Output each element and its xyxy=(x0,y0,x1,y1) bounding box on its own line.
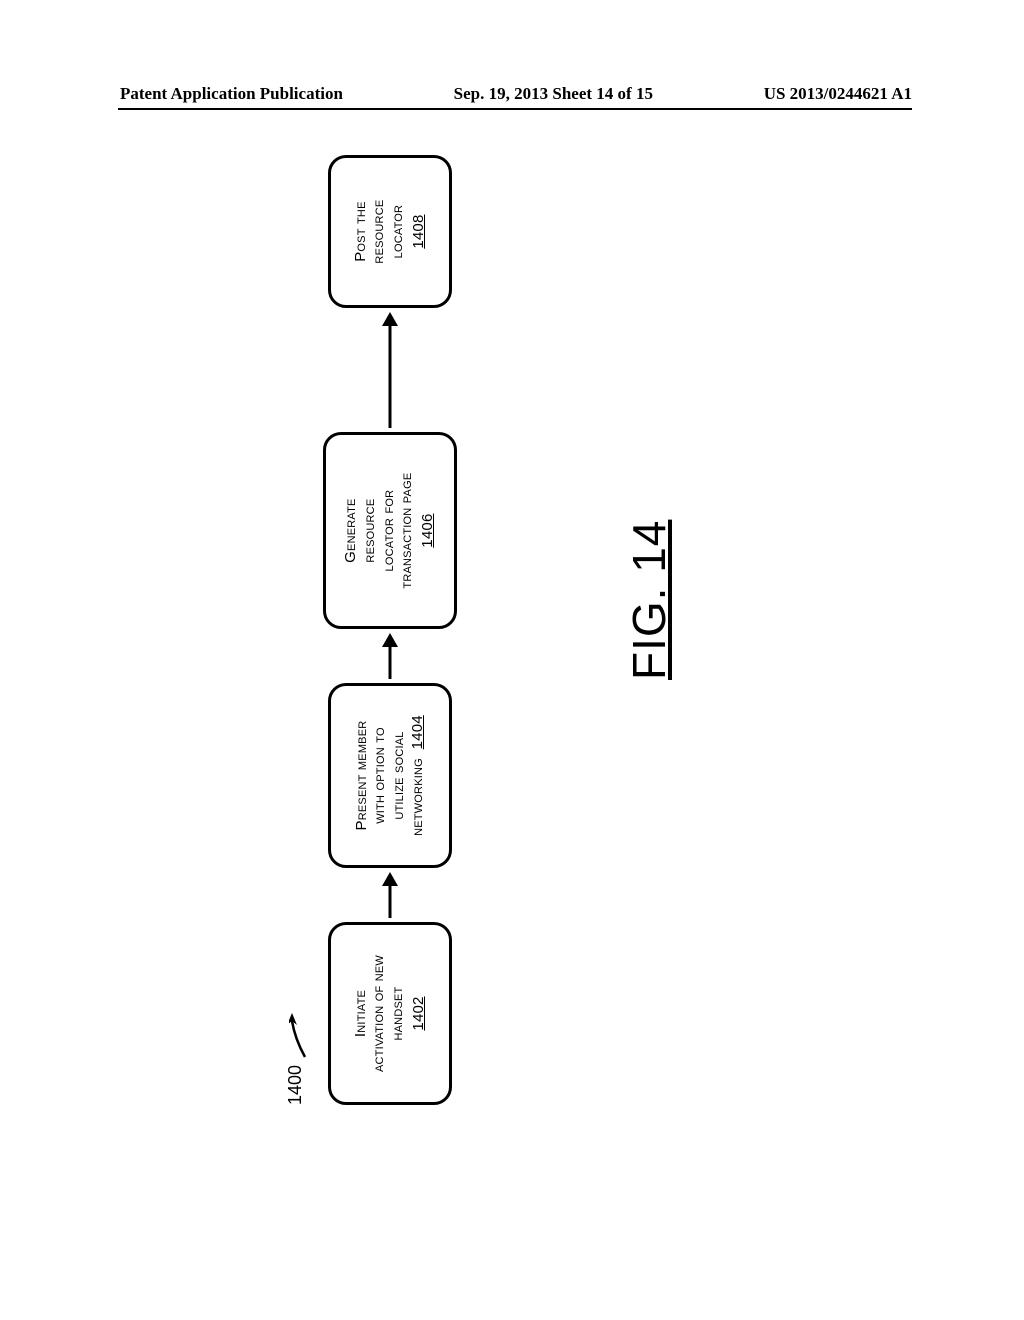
page-header: Patent Application Publication Sep. 19, … xyxy=(120,84,912,104)
header-right: US 2013/0244621 A1 xyxy=(764,84,912,104)
step-text: handset xyxy=(389,987,408,1041)
header-rule xyxy=(118,108,912,110)
flow-step-1404: Present member with option to utilize so… xyxy=(328,683,452,868)
figure-caption: FIG. 14 xyxy=(622,450,682,680)
flow-step-1402: Initiate activation of new handset 1402 xyxy=(328,922,452,1105)
step-text: Generate xyxy=(342,498,361,562)
step-text: locator for xyxy=(380,490,399,572)
figure-rotated-content: 1400 Initiate activation of new handset … xyxy=(291,155,461,1105)
step-number: 1402 xyxy=(410,996,429,1030)
step-number: 1408 xyxy=(410,215,429,249)
flowchart: Initiate activation of new handset 1402 … xyxy=(319,155,461,1105)
step-text-with-number: networking 1404 xyxy=(409,715,428,836)
step-text: resource xyxy=(370,200,389,264)
reference-number-callout: 1400 xyxy=(285,985,315,1105)
flow-step-1406: Generate resource locator for transactio… xyxy=(323,432,457,629)
header-center: Sep. 19, 2013 Sheet 14 of 15 xyxy=(454,84,653,104)
flow-arrow-icon xyxy=(385,872,395,918)
step-number: 1406 xyxy=(419,514,438,548)
step-text: utilize social xyxy=(390,731,409,819)
header-left: Patent Application Publication xyxy=(120,84,343,104)
step-text: with option to xyxy=(371,727,390,823)
step-text: Present member xyxy=(353,721,372,831)
step-text: Post the xyxy=(352,201,371,261)
page: Patent Application Publication Sep. 19, … xyxy=(0,0,1024,1320)
flow-step-1408: Post the resource locator 1408 xyxy=(328,155,452,308)
figure-caption-wrap: FIG. 14 xyxy=(622,450,682,680)
flow-arrow-icon xyxy=(385,312,395,428)
step-text: Initiate xyxy=(352,990,371,1037)
figure-area: 1400 Initiate activation of new handset … xyxy=(291,155,461,1105)
flow-arrow-icon xyxy=(385,633,395,679)
step-text: resource xyxy=(361,499,380,563)
reference-arrow-icon xyxy=(289,1009,309,1059)
step-text: networking xyxy=(409,758,426,836)
step-text: activation of new xyxy=(370,955,389,1072)
step-text: locator xyxy=(389,205,408,259)
step-text: transaction page xyxy=(398,473,417,589)
reference-number: 1400 xyxy=(285,1065,306,1105)
step-number: 1404 xyxy=(409,715,426,749)
